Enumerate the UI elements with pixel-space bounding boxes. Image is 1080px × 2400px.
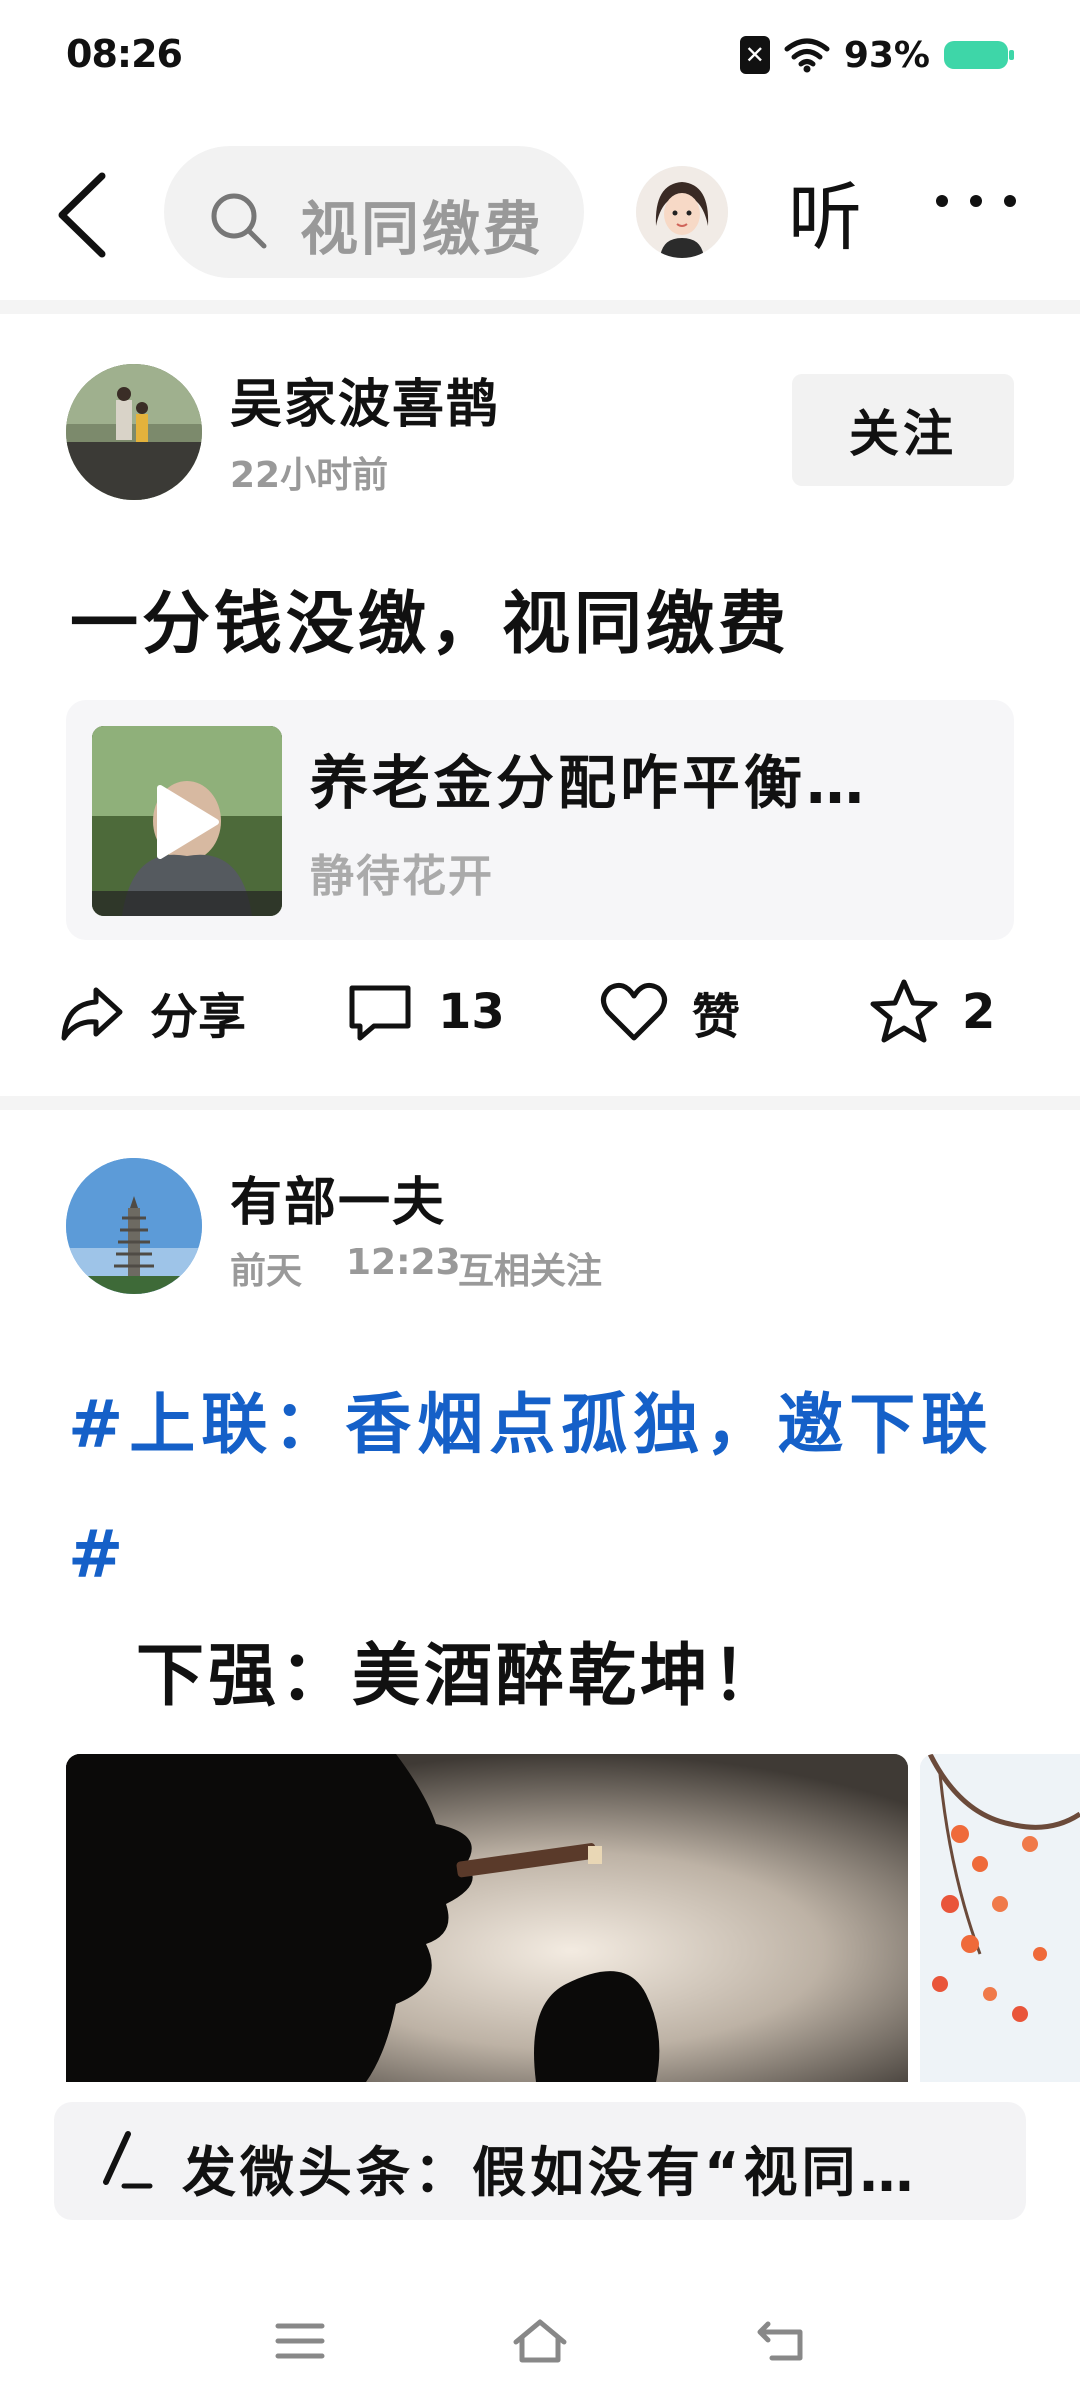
more-options-button[interactable] [936, 186, 1016, 216]
post-body: 下强：美酒醉乾坤！ [136, 1637, 785, 1716]
post-action-bar: 分享 13 赞 2 [0, 972, 1080, 1052]
search-query: 视同缴费 [300, 195, 545, 263]
comment-button[interactable]: 13 [344, 972, 505, 1052]
post-date: 前天 [230, 1251, 303, 1292]
quoted-article-title: 养老金分配咋平衡… [310, 749, 869, 817]
video-thumbnail [92, 726, 282, 916]
status-bar: 08:26 ✕ 93% [0, 0, 1080, 118]
topic-hashtag[interactable]: #上联：香烟点孤独，邀下联# [68, 1360, 1018, 1620]
system-navigation-bar [0, 2300, 1080, 2380]
sim-icon: ✕ [739, 36, 770, 74]
avatar-pagoda-icon [66, 1158, 202, 1294]
like-button[interactable]: 赞 [598, 972, 740, 1052]
avatar-photo-icon [66, 364, 202, 500]
compose-bar[interactable]: 发微头条：假如没有“视同… [54, 2102, 1026, 2220]
voice-avatar-button[interactable] [636, 166, 728, 258]
favorite-count: 2 [962, 984, 996, 1040]
post-image[interactable] [66, 1754, 908, 2082]
author-name[interactable]: 吴家波喜鹊 [230, 362, 500, 437]
search-icon [211, 193, 267, 249]
comment-icon [349, 985, 411, 1041]
dot-icon [970, 195, 982, 207]
star-icon [870, 979, 938, 1043]
relation-badge: 互相关注 [458, 1251, 603, 1292]
heart-icon [601, 982, 667, 1041]
post-time: 12:23 [346, 1242, 461, 1283]
status-time: 08:26 [66, 32, 183, 76]
share-button[interactable]: 分享 [56, 972, 246, 1052]
smoking-silhouette-image [66, 1754, 908, 2082]
like-label: 赞 [692, 989, 741, 1045]
status-icons: ✕ 93% [739, 30, 1014, 80]
comment-count: 13 [438, 984, 505, 1040]
play-icon [157, 785, 219, 859]
pen-icon [103, 2131, 153, 2189]
follow-button[interactable]: 关注 [792, 374, 1014, 486]
home-icon[interactable] [510, 2314, 570, 2368]
quoted-article-card[interactable]: 养老金分配咋平衡… 静待花开 [66, 700, 1014, 940]
back-nav-icon[interactable] [752, 2314, 812, 2368]
assistant-avatar-icon [636, 166, 728, 258]
post-title[interactable]: 一分钱没缴，视同缴费 [70, 568, 790, 667]
section-divider [0, 1096, 1080, 1110]
listen-button[interactable]: 听 [788, 158, 862, 265]
compose-placeholder: 发微头条：假如没有“视同… [182, 2141, 918, 2204]
author-avatar[interactable] [66, 364, 202, 500]
author-name[interactable]: 有部一夫 [230, 1160, 446, 1235]
post-image[interactable] [920, 1754, 1080, 2082]
blossom-image [920, 1754, 1080, 2082]
dot-icon [1004, 195, 1016, 207]
battery-icon [944, 41, 1014, 69]
share-label: 分享 [150, 989, 247, 1045]
post-time: 22小时前 [230, 455, 389, 496]
back-button[interactable] [50, 170, 120, 260]
author-avatar[interactable] [66, 1158, 202, 1294]
quoted-article-author: 静待花开 [310, 851, 494, 902]
section-divider [0, 300, 1080, 314]
menu-icon[interactable] [270, 2314, 330, 2368]
share-icon [61, 987, 123, 1041]
search-box[interactable]: 视同缴费 [164, 146, 584, 278]
wifi-icon [784, 38, 830, 73]
dot-icon [936, 195, 948, 207]
battery-percent: 93% [843, 34, 930, 76]
favorite-button[interactable]: 2 [868, 972, 995, 1052]
top-nav: 视同缴费 听 [0, 130, 1080, 290]
